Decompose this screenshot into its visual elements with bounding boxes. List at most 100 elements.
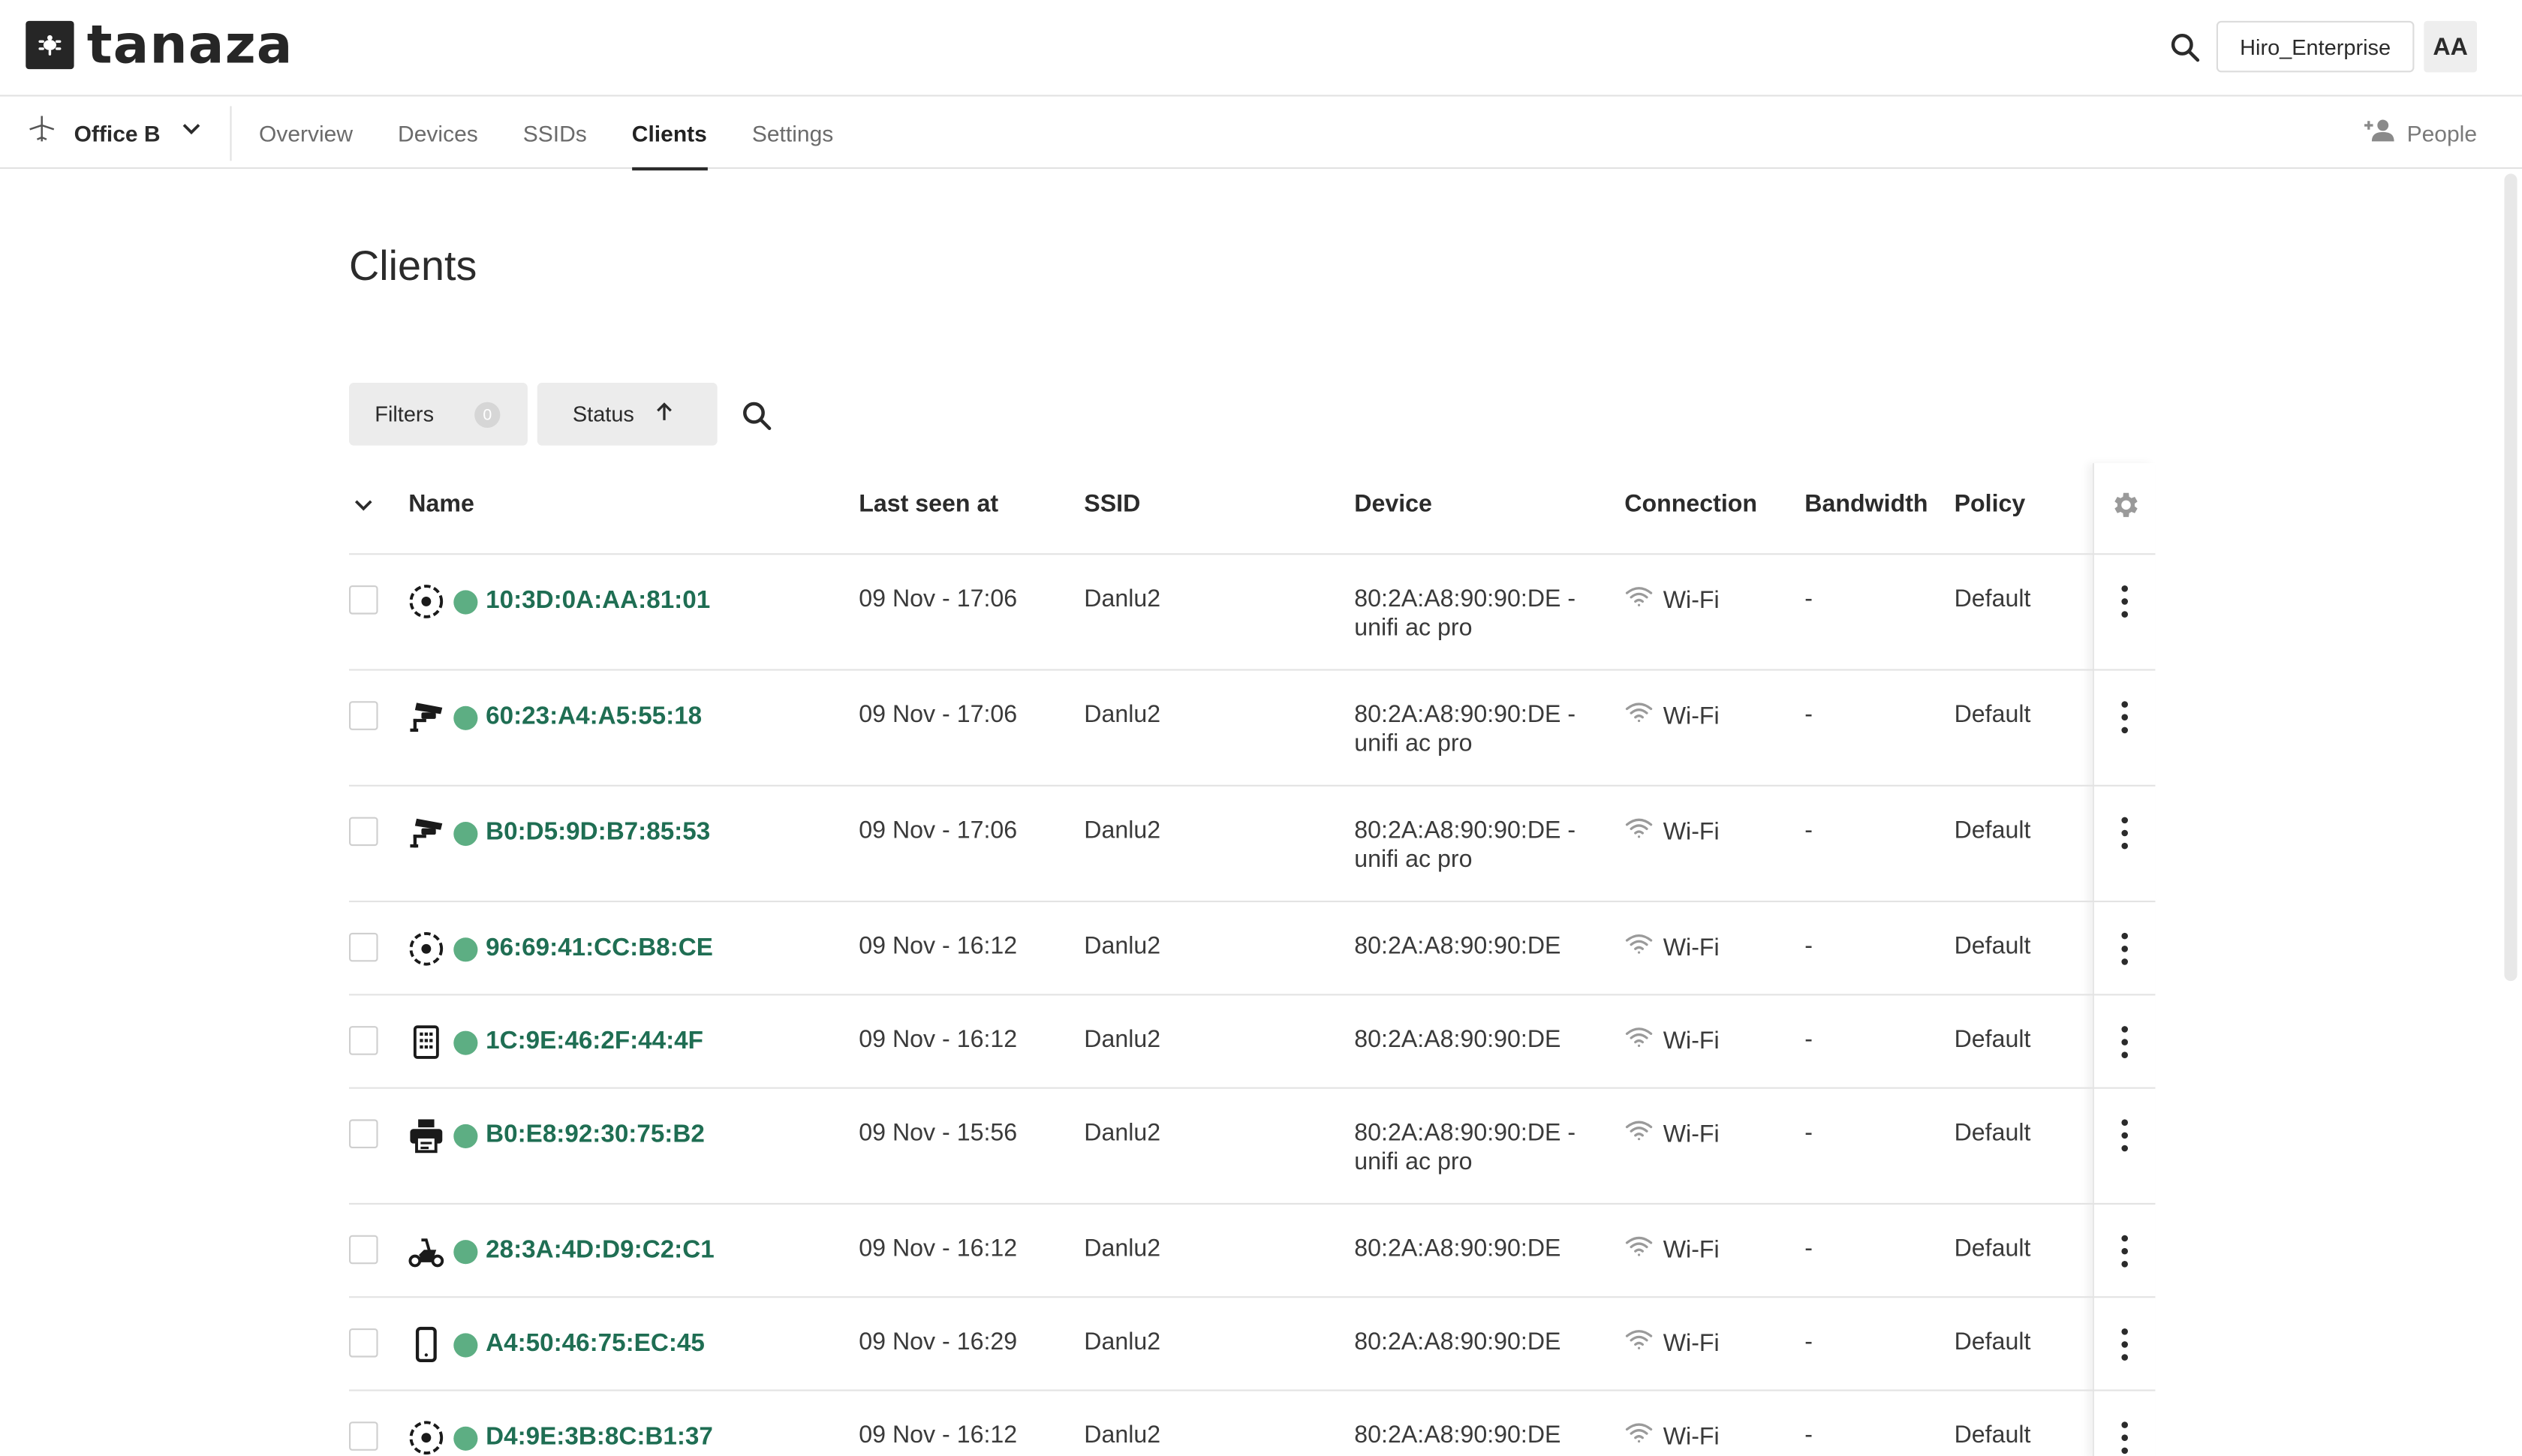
connection-cell: Wi-Fi xyxy=(1624,817,1720,848)
printer-icon xyxy=(407,1116,445,1154)
last-seen-cell: 09 Nov - 16:12 xyxy=(859,1421,1018,1449)
client-mac-link[interactable]: 28:3A:4D:D9:C2:C1 xyxy=(486,1237,715,1266)
security-camera-icon xyxy=(407,698,445,736)
status-online-dot xyxy=(453,1333,478,1358)
row-menu-icon[interactable] xyxy=(2112,1023,2138,1061)
column-policy[interactable]: Policy xyxy=(1955,491,2026,518)
chevron-down-icon xyxy=(179,117,202,148)
people-label: People xyxy=(2406,119,2477,146)
row-checkbox[interactable] xyxy=(349,1328,378,1358)
connection-cell: Wi-Fi xyxy=(1624,1119,1720,1150)
arrow-up-icon xyxy=(634,401,676,428)
column-device[interactable]: Device xyxy=(1354,491,1432,518)
sub-navigation: Office B Overview Devices SSIDs Clients … xyxy=(0,96,2522,171)
table-row[interactable]: 96:69:41:CC:B8:CE 09 Nov - 16:12 Danlu2 80:… xyxy=(349,902,2156,996)
table-row[interactable]: B0:E8:92:30:75:B2 09 Nov - 15:56 Danlu2 80:… xyxy=(349,1089,2156,1205)
site-selector[interactable]: Office B xyxy=(26,97,202,169)
client-mac-link[interactable]: D4:9E:3B:8C:B1:37 xyxy=(486,1423,713,1452)
device-cell: 80:2A:A8:90:90:DE - unifi ac pro xyxy=(1354,1119,1575,1177)
row-menu-icon[interactable] xyxy=(2112,930,2138,968)
row-checkbox[interactable] xyxy=(349,932,378,962)
row-menu-icon[interactable] xyxy=(2112,698,2138,736)
row-checkbox[interactable] xyxy=(349,817,378,847)
last-seen-cell: 09 Nov - 16:29 xyxy=(859,1328,1018,1356)
clients-table: Name Last seen at SSID Device Connection… xyxy=(349,463,2156,1456)
tab-ssids[interactable]: SSIDs xyxy=(523,97,587,169)
tab-devices[interactable]: Devices xyxy=(398,97,478,169)
expand-chevron-icon[interactable] xyxy=(352,494,375,525)
row-menu-icon[interactable] xyxy=(2112,1418,2138,1456)
column-ssid[interactable]: SSID xyxy=(1084,491,1140,518)
scrollbar[interactable] xyxy=(2504,173,2517,982)
table-body: 10:3D:0A:AA:81:01 09 Nov - 17:06 Danlu2 80:… xyxy=(349,555,2156,1456)
column-connection[interactable]: Connection xyxy=(1624,491,1757,518)
device-cell: 80:2A:A8:90:90:DE xyxy=(1354,1328,1560,1358)
people-link[interactable]: People xyxy=(2364,97,2477,169)
client-mac-link[interactable]: 96:69:41:CC:B8:CE xyxy=(486,934,713,964)
device-name: 80:2A:A8:90:90:DE - xyxy=(1354,817,1576,844)
device-name: 80:2A:A8:90:90:DE - xyxy=(1354,585,1576,613)
tab-overview[interactable]: Overview xyxy=(259,97,353,169)
device-name: 80:2A:A8:90:90:DE xyxy=(1354,1328,1561,1356)
tab-clients[interactable]: Clients xyxy=(631,97,707,171)
policy-cell: Default xyxy=(1954,932,2031,961)
client-mac-link[interactable]: B0:E8:92:30:75:B2 xyxy=(486,1121,705,1151)
client-mac-link[interactable]: 60:23:A4:A5:55:18 xyxy=(486,702,702,732)
ssid-cell: Danlu2 xyxy=(1084,701,1161,729)
row-checkbox[interactable] xyxy=(349,1026,378,1055)
bandwidth-cell: - xyxy=(1804,817,1813,844)
device-cell: 80:2A:A8:90:90:DE - unifi ac pro xyxy=(1354,701,1575,759)
sort-status-button[interactable]: Status xyxy=(537,382,718,446)
client-mac-link[interactable]: B0:D5:9D:B7:85:53 xyxy=(486,819,710,848)
connection-cell: Wi-Fi xyxy=(1624,701,1720,732)
client-mac-link[interactable]: 1C:9E:46:2F:44:4F xyxy=(486,1027,703,1057)
table-row[interactable]: D4:9E:3B:8C:B1:37 09 Nov - 16:12 Danlu2 80:… xyxy=(349,1391,2155,1456)
row-checkbox[interactable] xyxy=(349,585,378,615)
table-row[interactable]: 28:3A:4D:D9:C2:C1 09 Nov - 16:12 Danlu2 80:… xyxy=(349,1205,2156,1298)
table-row[interactable]: A4:50:46:75:EC:45 09 Nov - 16:29 Danlu2 80:… xyxy=(349,1298,2156,1391)
filters-button[interactable]: Filters 0 xyxy=(349,382,528,446)
nav-divider xyxy=(230,106,232,161)
wifi-icon xyxy=(1624,1119,1663,1150)
row-checkbox[interactable] xyxy=(349,701,378,730)
connection-label: Wi-Fi xyxy=(1663,1027,1720,1054)
tab-settings[interactable]: Settings xyxy=(752,97,833,169)
column-bandwidth[interactable]: Bandwidth xyxy=(1804,491,1928,518)
wifi-icon xyxy=(1624,701,1663,732)
status-online-dot xyxy=(453,590,478,615)
table-row[interactable]: B0:D5:9D:B7:85:53 09 Nov - 17:06 Danlu2 80:… xyxy=(349,787,2156,903)
ssid-cell: Danlu2 xyxy=(1084,932,1161,961)
table-row[interactable]: 60:23:A4:A5:55:18 09 Nov - 17:06 Danlu2 80:… xyxy=(349,671,2156,787)
table-search-icon[interactable] xyxy=(736,396,775,434)
table-row[interactable]: 10:3D:0A:AA:81:01 09 Nov - 17:06 Danlu2 80:… xyxy=(349,555,2156,671)
ssid-cell: Danlu2 xyxy=(1084,1119,1161,1147)
bandwidth-cell: - xyxy=(1804,932,1813,961)
column-last-seen[interactable]: Last seen at xyxy=(859,491,998,518)
page: tanaza Hiro_Enterprise AA Office B Overv… xyxy=(0,0,2522,1456)
row-checkbox[interactable] xyxy=(349,1235,378,1265)
row-checkbox[interactable] xyxy=(349,1119,378,1148)
table-row[interactable]: 1C:9E:46:2F:44:4F 09 Nov - 16:12 Danlu2 80:… xyxy=(349,995,2156,1089)
row-menu-icon[interactable] xyxy=(2112,1232,2138,1270)
row-checkbox[interactable] xyxy=(349,1421,378,1451)
column-name[interactable]: Name xyxy=(408,491,474,518)
client-mac-link[interactable]: 10:3D:0A:AA:81:01 xyxy=(486,587,710,616)
client-mac-link[interactable]: A4:50:46:75:EC:45 xyxy=(486,1330,705,1359)
device-model: unifi ac pro xyxy=(1354,1148,1473,1176)
table-header: Name Last seen at SSID Device Connection… xyxy=(349,463,2156,555)
search-icon[interactable] xyxy=(2165,27,2203,65)
connection-label: Wi-Fi xyxy=(1663,1120,1720,1148)
airplane-icon xyxy=(26,113,58,153)
row-menu-icon[interactable] xyxy=(2112,1325,2138,1364)
row-menu-icon[interactable] xyxy=(2112,1116,2138,1154)
row-menu-icon[interactable] xyxy=(2112,582,2138,621)
row-menu-icon[interactable] xyxy=(2112,814,2138,852)
logo-mark-icon xyxy=(26,20,74,70)
logo[interactable]: tanaza xyxy=(26,18,293,71)
status-online-dot xyxy=(453,1426,478,1451)
organization-button[interactable]: Hiro_Enterprise xyxy=(2216,20,2415,73)
gear-icon[interactable] xyxy=(2108,489,2141,521)
status-online-dot xyxy=(453,822,478,847)
sort-label: Status xyxy=(572,402,634,426)
avatar[interactable]: AA xyxy=(2424,20,2477,73)
